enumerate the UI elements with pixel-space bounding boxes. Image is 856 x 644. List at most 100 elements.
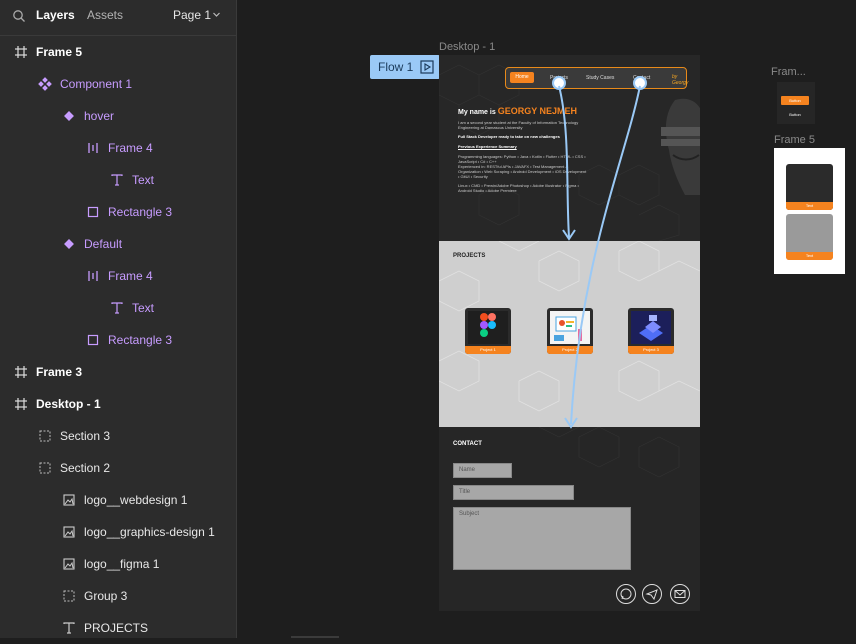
- hero-text: • GitUI • Security: [458, 174, 488, 179]
- frame5[interactable]: Text Text: [774, 148, 845, 274]
- search-icon[interactable]: [12, 9, 26, 23]
- rectangle-icon: [86, 205, 100, 219]
- frame-icon: [14, 397, 28, 411]
- subject-field[interactable]: Subject: [453, 507, 631, 570]
- projects-title: PROJECTS: [453, 253, 486, 259]
- layer-row[interactable]: Frame 5: [0, 36, 236, 68]
- section-icon: [38, 429, 52, 443]
- project-label: Project 1: [465, 346, 511, 354]
- title-field[interactable]: Title: [453, 485, 574, 500]
- rectangle-icon: [86, 333, 100, 347]
- nav-home-button[interactable]: Home: [510, 72, 534, 83]
- image-icon: [62, 493, 76, 507]
- layer-label: Default: [84, 237, 123, 251]
- projects-section: PROJECTS Project 1 Project 2 Project 3: [439, 241, 700, 427]
- desktop-frame[interactable]: Home Projects Study Cases Contact by Geo…: [439, 55, 700, 611]
- layers-panel: Layers Assets Page 1 Frame 5 Component 1 h…: [0, 0, 237, 638]
- layer-label: hover: [84, 109, 115, 123]
- layer-row[interactable]: Frame 3: [0, 356, 236, 388]
- email-icon[interactable]: [670, 584, 690, 604]
- group-icon: [62, 589, 76, 603]
- layer-row[interactable]: Text: [0, 164, 236, 196]
- whatsapp-icon[interactable]: [616, 584, 636, 604]
- image-icon: [62, 557, 76, 571]
- layer-row[interactable]: Frame 4: [0, 260, 236, 292]
- layer-row[interactable]: logo__figma 1: [0, 548, 236, 580]
- layer-row[interactable]: Component 1: [0, 68, 236, 100]
- chevron-down-icon[interactable]: [212, 10, 221, 19]
- layer-row[interactable]: Desktop - 1: [0, 388, 236, 420]
- card-label: Text: [786, 202, 833, 210]
- layer-label: Text: [132, 173, 155, 187]
- frame-icon: [14, 365, 28, 379]
- project-card[interactable]: Project 3: [628, 308, 674, 354]
- contact-title: CONTACT: [453, 441, 482, 447]
- hero-name: GEORGY NEJMEH: [497, 106, 578, 116]
- button-variant-default[interactable]: Button: [781, 110, 809, 119]
- layer-label: Frame 4: [108, 269, 153, 283]
- layer-row[interactable]: Rectangle 3: [0, 196, 236, 228]
- layer-row[interactable]: logo__webdesign 1: [0, 484, 236, 516]
- layer-row[interactable]: hover: [0, 100, 236, 132]
- page-selector[interactable]: Page 1: [173, 8, 211, 22]
- hero-text: Engineering at Damascus University: [458, 125, 523, 130]
- hero-heading: My name is GEORGY NEJMEH: [458, 106, 577, 116]
- frame5-label[interactable]: Frame 5: [774, 134, 815, 146]
- card-variant-hover[interactable]: Text: [786, 164, 833, 210]
- prototype-hotspot[interactable]: [633, 76, 647, 90]
- play-icon[interactable]: [420, 60, 434, 74]
- layer-row[interactable]: Frame 4: [0, 132, 236, 164]
- text-icon: [110, 301, 124, 315]
- nav-case-studies-link[interactable]: Study Cases: [586, 75, 614, 81]
- figma-logo: [468, 311, 508, 344]
- layer-label: Group 3: [84, 589, 128, 603]
- panel-topbar: Layers Assets Page 1: [0, 0, 236, 36]
- project-card[interactable]: Project 2: [547, 308, 593, 354]
- tab-layers[interactable]: Layers: [36, 8, 75, 22]
- layer-label: Rectangle 3: [108, 333, 173, 347]
- text-icon: [62, 621, 76, 635]
- graphics-design-illustration: [550, 311, 590, 344]
- button-variant-hover[interactable]: Button: [781, 96, 809, 105]
- variant-icon: [62, 109, 76, 123]
- text-icon: [110, 173, 124, 187]
- flow-starting-point[interactable]: Flow 1: [370, 55, 440, 79]
- frame-mini[interactable]: Button Button: [777, 82, 815, 124]
- layer-row[interactable]: logo__graphics-design 1: [0, 516, 236, 548]
- layer-row[interactable]: PROJECTS: [0, 612, 236, 644]
- contact-section: CONTACT Name Title Subject: [439, 427, 700, 611]
- card-label: Text: [786, 252, 833, 260]
- hero-subtitle: Previous Experience Summary: [458, 144, 517, 149]
- desktop-frame-label[interactable]: Desktop - 1: [439, 41, 495, 53]
- subject-field-placeholder: Subject: [459, 511, 480, 517]
- layer-label: logo__figma 1: [84, 557, 160, 571]
- telegram-icon[interactable]: [642, 584, 662, 604]
- auto-layout-icon: [86, 269, 100, 283]
- layer-row[interactable]: Rectangle 3: [0, 324, 236, 356]
- name-field-placeholder: Name: [459, 467, 476, 473]
- project-card[interactable]: Project 1: [465, 308, 511, 354]
- hero-text: Android Studio • Adobe Premiere: [458, 188, 517, 193]
- prototype-hotspot[interactable]: [552, 76, 566, 90]
- layer-row[interactable]: Section 3: [0, 420, 236, 452]
- layer-row[interactable]: Text: [0, 292, 236, 324]
- layer-row[interactable]: Group 3: [0, 580, 236, 612]
- layer-row[interactable]: Section 2: [0, 452, 236, 484]
- layer-label: logo__graphics-design 1: [84, 525, 215, 539]
- section-icon: [38, 461, 52, 475]
- name-field[interactable]: Name: [453, 463, 512, 478]
- card-variant-default[interactable]: Text: [786, 214, 833, 260]
- hero-section: Home Projects Study Cases Contact by Geo…: [439, 55, 700, 241]
- layer-row[interactable]: Default: [0, 228, 236, 260]
- hero-intro: My name is: [458, 109, 498, 116]
- navbar: Home Projects Study Cases Contact by Geo…: [505, 67, 689, 89]
- nav-logo: by Georgy: [672, 74, 689, 86]
- layer-label: PROJECTS: [84, 621, 149, 635]
- mask-illustration: [661, 98, 700, 195]
- layer-label: Frame 4: [108, 141, 153, 155]
- layer-label: Rectangle 3: [108, 205, 173, 219]
- tab-assets[interactable]: Assets: [87, 8, 123, 22]
- project-label: Project 2: [547, 346, 593, 354]
- frame-mini-label[interactable]: Fram...: [771, 66, 806, 78]
- layer-label: Desktop - 1: [36, 397, 101, 411]
